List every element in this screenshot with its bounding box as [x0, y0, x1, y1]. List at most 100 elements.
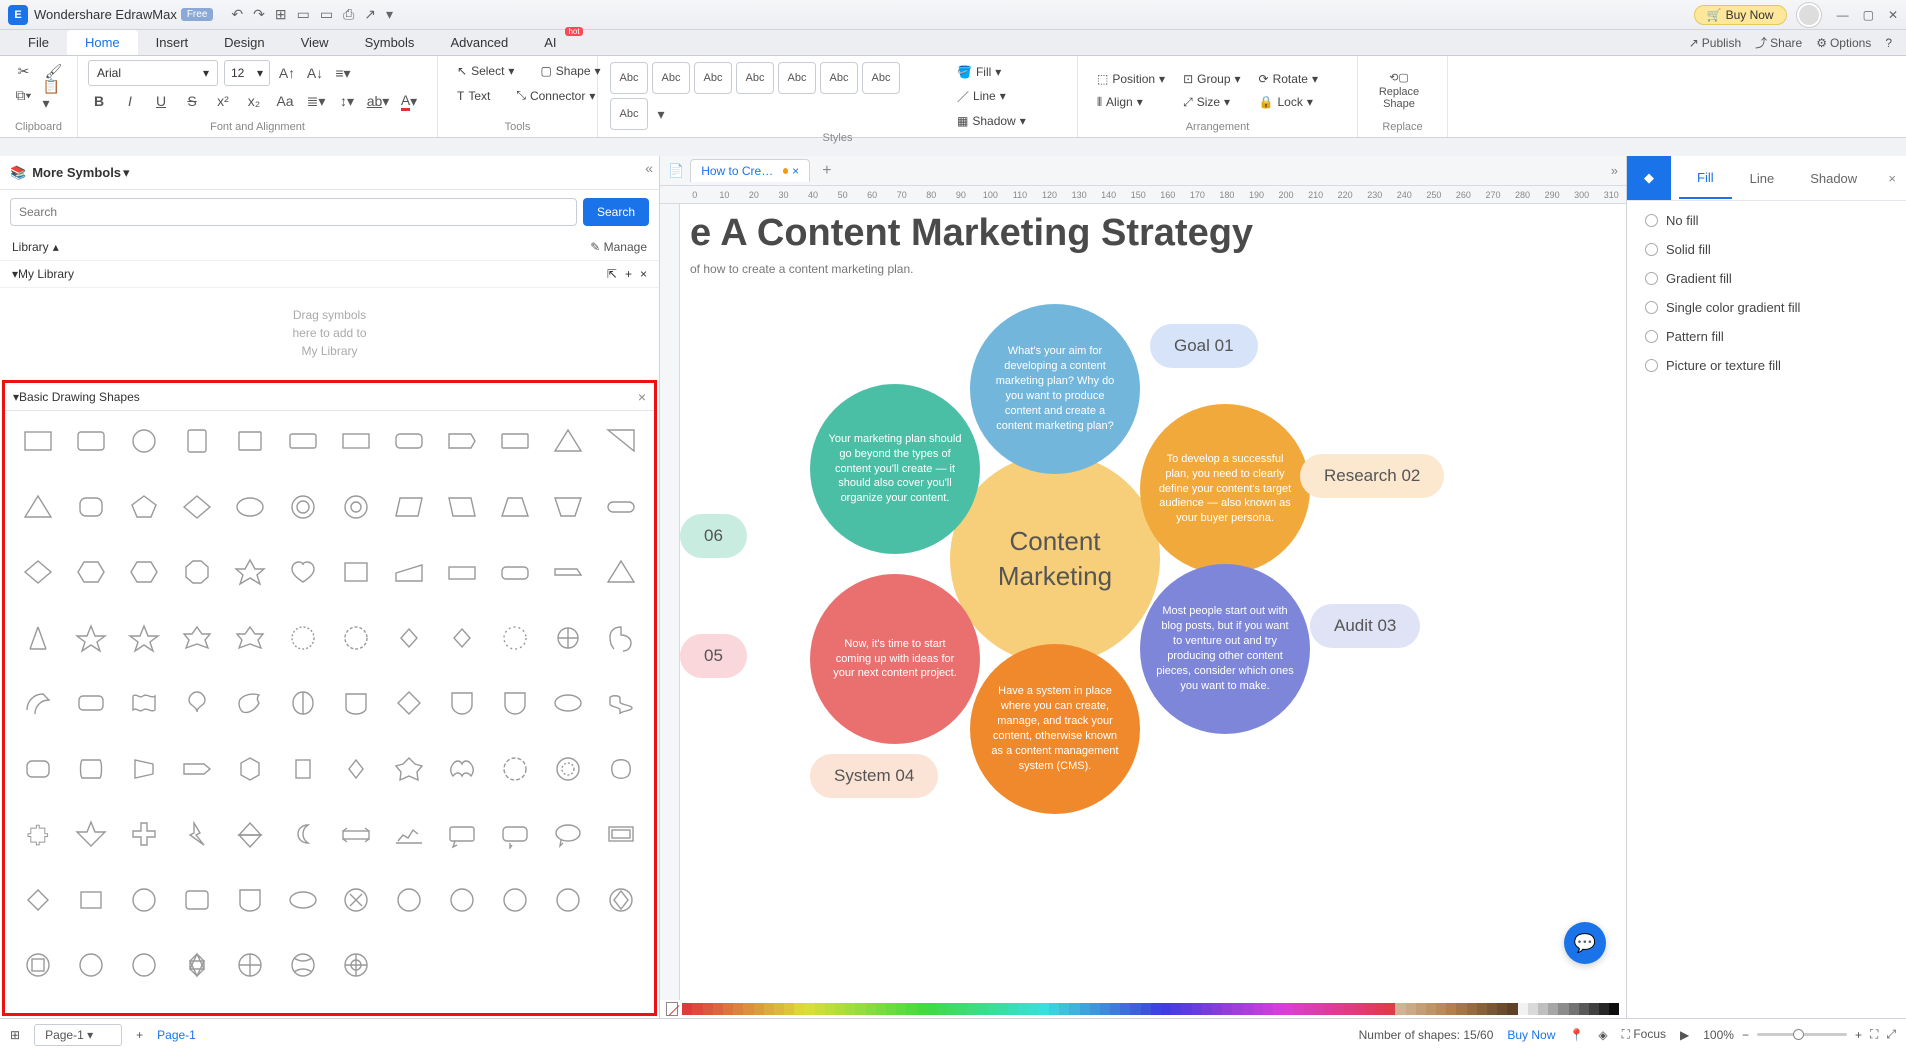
- style-gallery-more[interactable]: ▾: [650, 103, 672, 125]
- shape-item-21[interactable]: [493, 487, 538, 527]
- qat-new-icon[interactable]: ⊞: [275, 6, 287, 23]
- shape-item-2[interactable]: [121, 421, 166, 461]
- color-swatch-85[interactable]: [1548, 1003, 1558, 1015]
- color-swatch-64[interactable]: [1334, 1003, 1344, 1015]
- shape-item-85[interactable]: [68, 880, 113, 920]
- color-swatch-77[interactable]: [1467, 1003, 1477, 1015]
- color-swatch-15[interactable]: [835, 1003, 845, 1015]
- shadow-button[interactable]: ▦ Shadow ▾: [948, 110, 1035, 132]
- color-swatch-17[interactable]: [855, 1003, 865, 1015]
- shape-item-65[interactable]: [280, 749, 325, 789]
- shape-item-54[interactable]: [333, 683, 378, 723]
- shape-item-64[interactable]: [227, 749, 272, 789]
- share-button[interactable]: ⤴ Share: [1755, 34, 1802, 51]
- color-swatch-87[interactable]: [1569, 1003, 1579, 1015]
- pill-research[interactable]: Research 02: [1300, 454, 1444, 498]
- shape-item-76[interactable]: [227, 814, 272, 854]
- line-tab[interactable]: Line: [1732, 159, 1793, 198]
- copy-button[interactable]: ⧉▾: [13, 84, 35, 106]
- color-swatch-20[interactable]: [886, 1003, 896, 1015]
- color-swatch-1[interactable]: [692, 1003, 702, 1015]
- fullscreen-button[interactable]: ⤢: [1886, 1027, 1896, 1042]
- color-swatch-84[interactable]: [1538, 1003, 1548, 1015]
- color-swatch-43[interactable]: [1120, 1003, 1130, 1015]
- shape-item-99[interactable]: [174, 945, 219, 985]
- color-swatch-52[interactable]: [1212, 1003, 1222, 1015]
- style-preset-3[interactable]: Abc: [694, 62, 732, 94]
- color-swatch-37[interactable]: [1059, 1003, 1069, 1015]
- color-swatch-53[interactable]: [1222, 1003, 1232, 1015]
- shape-item-11[interactable]: [599, 421, 644, 461]
- font-family-combo[interactable]: Arial▾: [88, 60, 218, 86]
- menu-symbols[interactable]: Symbols: [347, 30, 433, 55]
- color-swatch-66[interactable]: [1355, 1003, 1365, 1015]
- shape-item-28[interactable]: [227, 552, 272, 592]
- add-page-button[interactable]: +: [136, 1028, 143, 1042]
- shape-item-37[interactable]: [68, 618, 113, 658]
- color-swatch-9[interactable]: [774, 1003, 784, 1015]
- menu-ai[interactable]: AIhot: [526, 30, 574, 55]
- menu-file[interactable]: File: [10, 30, 67, 55]
- user-avatar[interactable]: [1797, 3, 1821, 27]
- shape-item-41[interactable]: [280, 618, 325, 658]
- color-swatch-16[interactable]: [845, 1003, 855, 1015]
- strikethrough-button[interactable]: S: [181, 90, 203, 112]
- page-link[interactable]: Page-1: [157, 1028, 196, 1042]
- color-swatch-86[interactable]: [1558, 1003, 1568, 1015]
- bubble-ideas[interactable]: Now, it's time to start coming up with i…: [810, 574, 980, 744]
- symbol-search-input[interactable]: [10, 198, 577, 226]
- shape-item-63[interactable]: [174, 749, 219, 789]
- color-swatch-23[interactable]: [917, 1003, 927, 1015]
- bold-button[interactable]: B: [88, 90, 110, 112]
- color-swatch-78[interactable]: [1477, 1003, 1487, 1015]
- shape-item-23[interactable]: [599, 487, 644, 527]
- fill-opt-nofill[interactable]: No fill: [1645, 213, 1888, 228]
- shape-item-95[interactable]: [599, 880, 644, 920]
- lock-button[interactable]: 🔒 Lock▾: [1250, 91, 1327, 113]
- color-swatch-4[interactable]: [723, 1003, 733, 1015]
- zoom-slider[interactable]: [1757, 1033, 1847, 1036]
- undo-button[interactable]: ↶: [231, 6, 243, 23]
- color-swatch-79[interactable]: [1487, 1003, 1497, 1015]
- fill-opt-gradient[interactable]: Gradient fill: [1645, 271, 1888, 286]
- font-size-combo[interactable]: 12▾: [224, 60, 270, 86]
- shape-item-20[interactable]: [440, 487, 485, 527]
- color-swatch-59[interactable]: [1283, 1003, 1293, 1015]
- shape-item-69[interactable]: [493, 749, 538, 789]
- shape-item-34[interactable]: [546, 552, 591, 592]
- mylib-close-icon[interactable]: ×: [640, 267, 647, 281]
- underline-button[interactable]: U: [150, 90, 172, 112]
- line-spacing-button[interactable]: ↕▾: [336, 90, 358, 112]
- shape-item-91[interactable]: [387, 880, 432, 920]
- color-swatch-27[interactable]: [957, 1003, 967, 1015]
- color-swatch-65[interactable]: [1344, 1003, 1354, 1015]
- my-library-heading[interactable]: My Library: [18, 267, 74, 281]
- shape-item-44[interactable]: [440, 618, 485, 658]
- shape-item-93[interactable]: [493, 880, 538, 920]
- shape-item-86[interactable]: [121, 880, 166, 920]
- bubble-research[interactable]: To develop a successful plan, you need t…: [1140, 404, 1310, 574]
- fill-opt-solid[interactable]: Solid fill: [1645, 242, 1888, 257]
- shape-item-96[interactable]: [15, 945, 60, 985]
- shape-item-32[interactable]: [440, 552, 485, 592]
- style-preset-2[interactable]: Abc: [652, 62, 690, 94]
- page-selector[interactable]: Page-1 ▾: [34, 1024, 122, 1046]
- symbol-search-button[interactable]: Search: [583, 198, 649, 226]
- shape-item-15[interactable]: [174, 487, 219, 527]
- color-swatch-51[interactable]: [1202, 1003, 1212, 1015]
- color-swatch-45[interactable]: [1141, 1003, 1151, 1015]
- color-swatch-46[interactable]: [1151, 1003, 1161, 1015]
- shape-item-27[interactable]: [174, 552, 219, 592]
- color-swatch-49[interactable]: [1181, 1003, 1191, 1015]
- replace-shape-button[interactable]: ⟲▢ Replace Shape: [1368, 71, 1430, 110]
- color-swatch-60[interactable]: [1293, 1003, 1303, 1015]
- redo-button[interactable]: ↷: [253, 6, 265, 23]
- fill-opt-pattern[interactable]: Pattern fill: [1645, 329, 1888, 344]
- color-swatch-90[interactable]: [1599, 1003, 1609, 1015]
- shape-item-3[interactable]: [174, 421, 219, 461]
- shape-item-45[interactable]: [493, 618, 538, 658]
- shape-item-72[interactable]: [15, 814, 60, 854]
- color-swatch-62[interactable]: [1314, 1003, 1324, 1015]
- color-swatch-69[interactable]: [1385, 1003, 1395, 1015]
- shape-item-35[interactable]: [599, 552, 644, 592]
